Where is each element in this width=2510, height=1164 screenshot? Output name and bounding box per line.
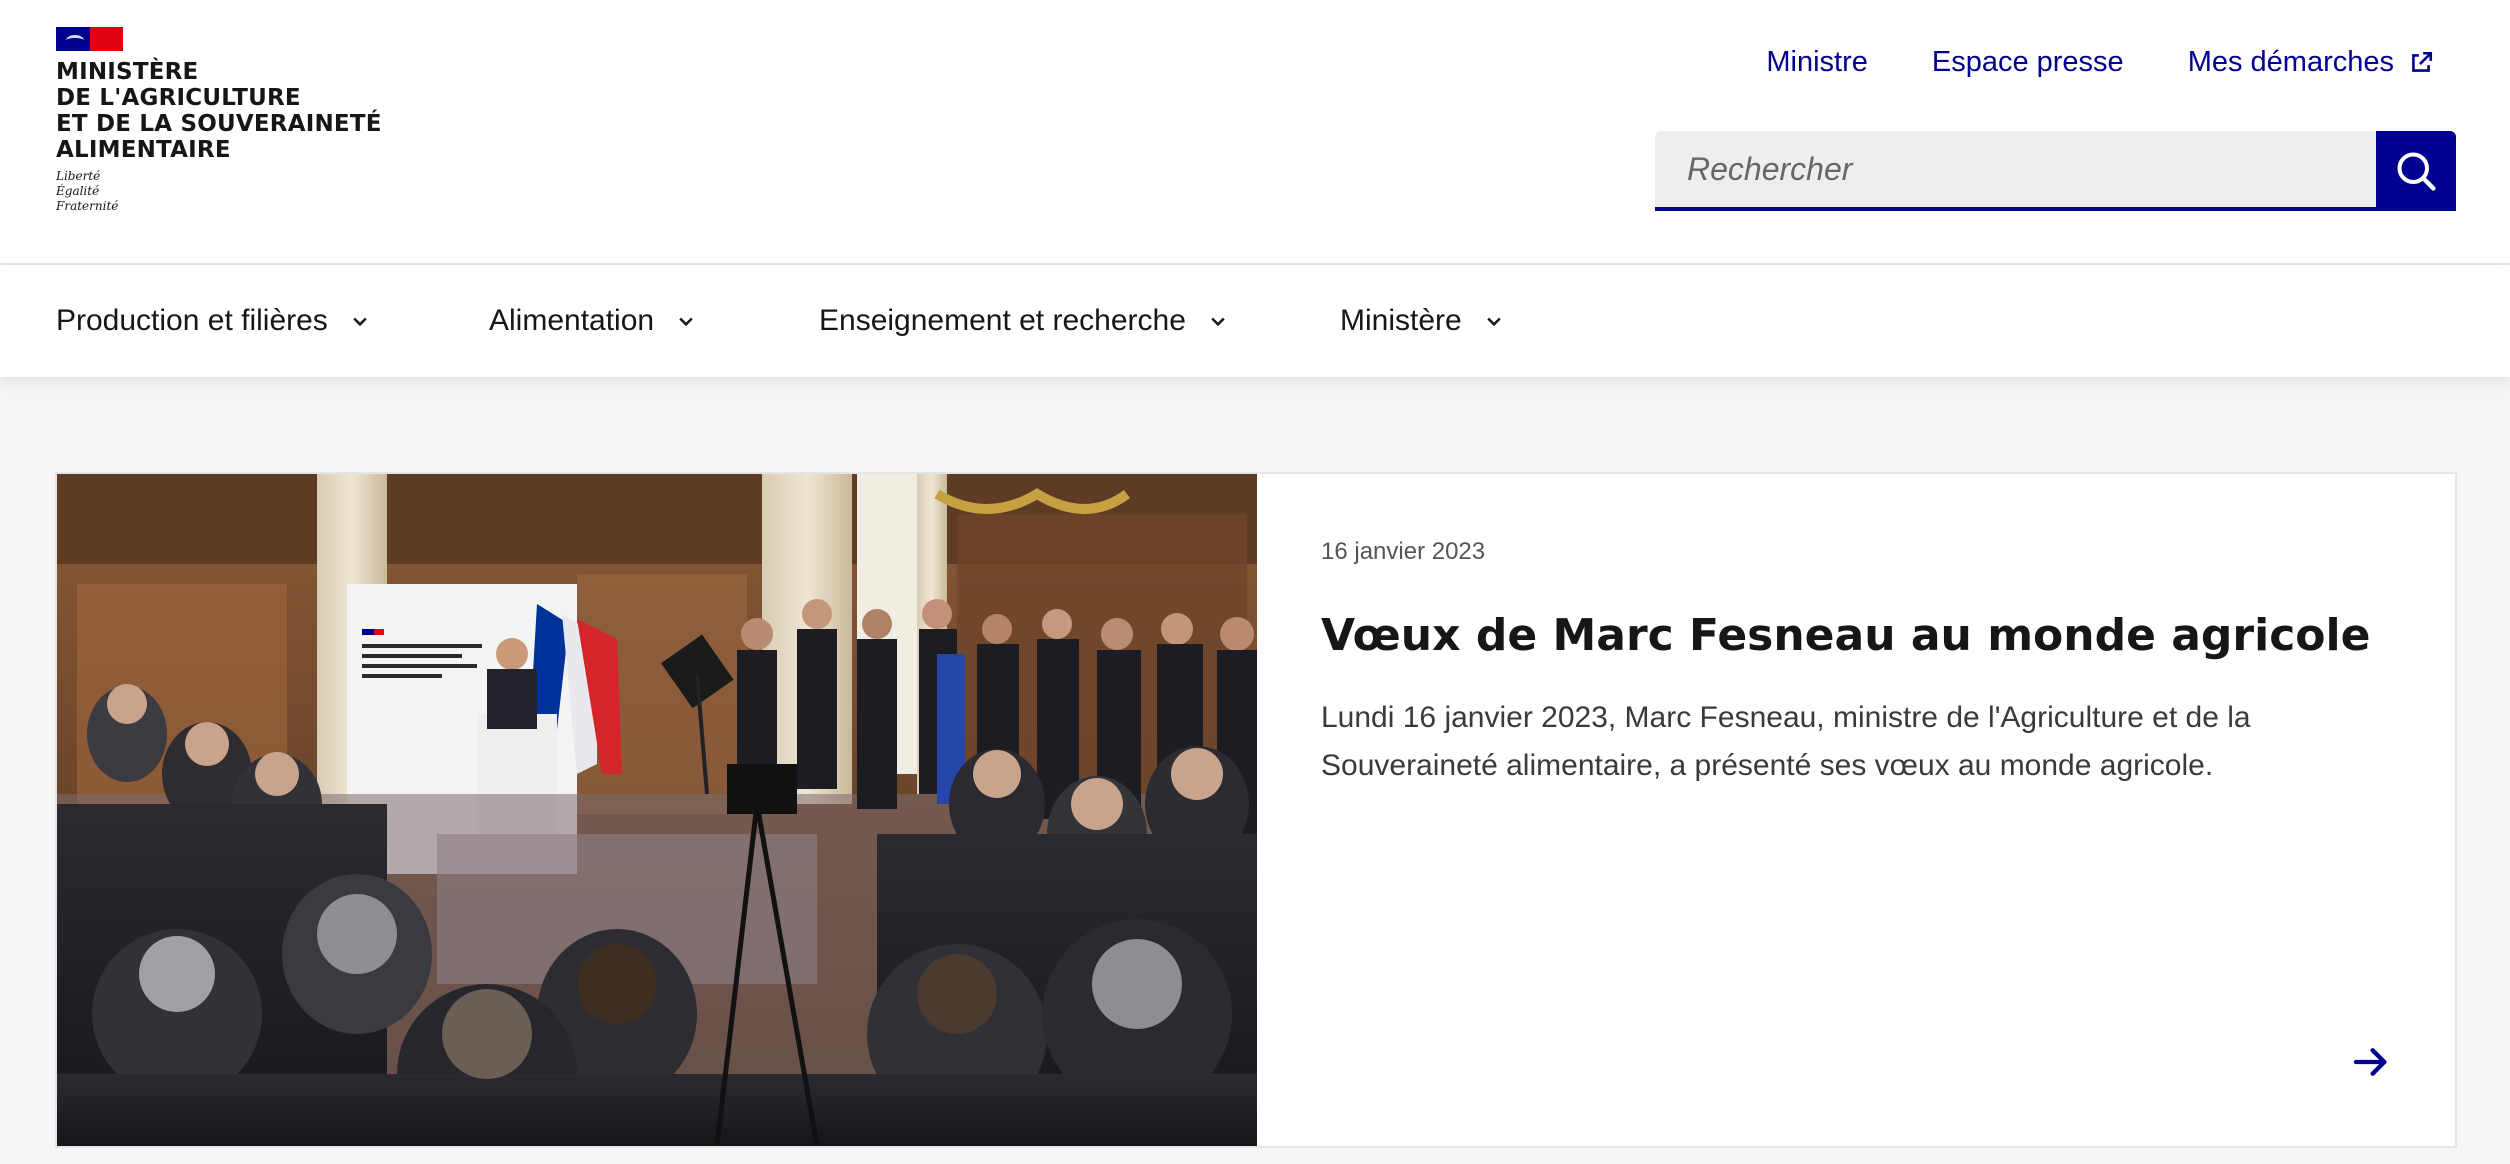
chevron-down-icon (679, 317, 693, 327)
nav-item-alimentation[interactable]: Alimentation (489, 265, 696, 377)
featured-news-card[interactable]: 16 janvier 2023 Vœux de Marc Fesneau au … (55, 472, 2457, 1148)
external-link-icon (2412, 51, 2433, 72)
news-date: 16 janvier 2023 (1321, 538, 1486, 565)
link-espace-presse-label: Espace presse (1931, 46, 2124, 78)
nav-item-label: Production et filières (56, 304, 328, 337)
search-input[interactable] (1655, 131, 2376, 211)
press-conference-illustration (57, 474, 1257, 1146)
ministry-logo[interactable]: MINISTÈRE DE L'AGRICULTURE ET DE LA SOUV… (56, 27, 386, 214)
link-ministre[interactable]: Ministre (1766, 46, 1868, 79)
ministry-name: MINISTÈRE DE L'AGRICULTURE ET DE LA SOUV… (56, 59, 382, 163)
nav-item-production-et-filieres[interactable]: Production et filières (56, 265, 370, 377)
link-espace-presse[interactable]: Espace presse (1932, 46, 2124, 79)
read-more-button[interactable] (2349, 1040, 2393, 1084)
top-links: Ministre Espace presse Mes démarches (1766, 46, 2434, 79)
chevron-down-icon (353, 317, 367, 327)
search-icon (2397, 152, 2436, 191)
chevron-down-icon (1211, 317, 1225, 327)
news-card-body: 16 janvier 2023 Vœux de Marc Fesneau au … (1257, 474, 2455, 1146)
site-header: MINISTÈRE DE L'AGRICULTURE ET DE LA SOUV… (0, 0, 2510, 265)
nav-item-enseignement-et-recherche[interactable]: Enseignement et recherche (819, 265, 1228, 377)
republic-motto: Liberté Égalité Fraternité (56, 169, 119, 213)
arrow-right-icon (2353, 1048, 2387, 1076)
main-navigation: Production et filières Alimentation Ense… (0, 265, 2510, 377)
link-ministre-label: Ministre (1766, 46, 1868, 78)
link-mes-demarches[interactable]: Mes démarches (2188, 46, 2434, 79)
marianne-flag-icon (56, 27, 123, 51)
chevron-down-icon (1486, 317, 1501, 327)
news-description: Lundi 16 janvier 2023, Marc Fesneau, min… (1321, 701, 2251, 782)
nav-item-label: Enseignement et recherche (819, 304, 1186, 337)
news-title[interactable]: Vœux de Marc Fesneau au monde agricole (1321, 608, 2391, 664)
search-bar (1655, 131, 2456, 211)
nav-item-ministere[interactable]: Ministère (1340, 265, 1504, 377)
news-photo (57, 474, 1257, 1146)
nav-item-label: Alimentation (489, 304, 655, 337)
link-mes-demarches-label: Mes démarches (2187, 46, 2394, 78)
search-button[interactable] (2376, 131, 2456, 211)
nav-item-label: Ministère (1340, 304, 1462, 337)
